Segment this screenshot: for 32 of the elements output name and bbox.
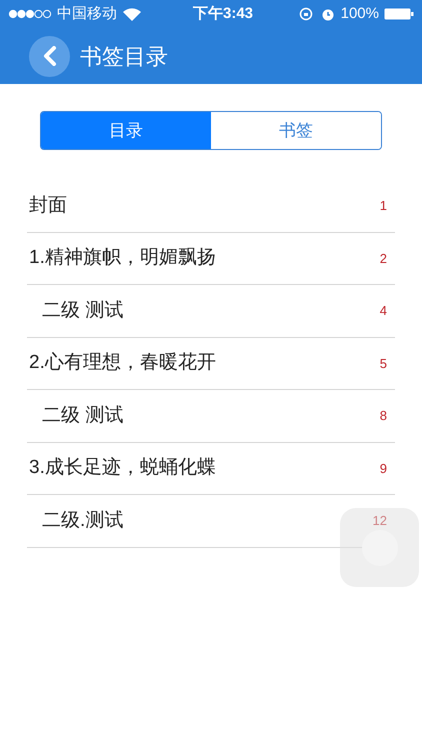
clock-time: 下午3:43: [193, 4, 254, 24]
alarm-icon: [320, 7, 335, 21]
toc-title: 2.心有理想，春暖花开: [28, 351, 216, 375]
segment-tab[interactable]: 目录: [41, 112, 211, 149]
page-number: 9: [380, 460, 387, 478]
toc-title: 3.成长足迹，蜕蛹化蝶: [28, 456, 216, 480]
chevron-left-icon: [42, 46, 56, 66]
toc-row[interactable]: 二级 测试 4: [27, 285, 395, 338]
toc-title: 封面: [28, 194, 67, 218]
toc-row[interactable]: 2.心有理想，春暖花开 5: [27, 338, 395, 390]
rotation-lock-icon: [298, 7, 313, 21]
toc-row[interactable]: 1.精神旗帜，明媚飘扬 2: [27, 232, 395, 285]
toc-title: 二级 测试: [41, 298, 124, 322]
wifi-icon: [123, 8, 141, 20]
page-number: 4: [380, 302, 387, 320]
carrier-name: 中国移动: [57, 4, 117, 24]
toc-title: 二级 测试: [41, 404, 124, 428]
toc-row[interactable]: 封面 1: [27, 180, 395, 232]
toc-row[interactable]: 二级 测试 8: [27, 390, 395, 442]
toc-row[interactable]: 3.成长足迹，蜕蛹化蝶 9: [27, 442, 395, 495]
toc-title: 二级.测试: [41, 508, 124, 532]
signal-icon: [8, 9, 52, 19]
page-number: 5: [380, 354, 387, 372]
battery-percent: 100%: [340, 4, 379, 24]
page-number: 12: [372, 512, 387, 530]
page-number: 1: [380, 197, 387, 215]
page-number: 2: [380, 250, 387, 268]
battery-icon: [384, 8, 414, 20]
page-title: 书签目录: [80, 42, 168, 70]
page-number: 8: [380, 407, 387, 425]
back-button[interactable]: [29, 36, 70, 76]
toc-title: 1.精神旗帜，明媚飘扬: [28, 246, 216, 270]
